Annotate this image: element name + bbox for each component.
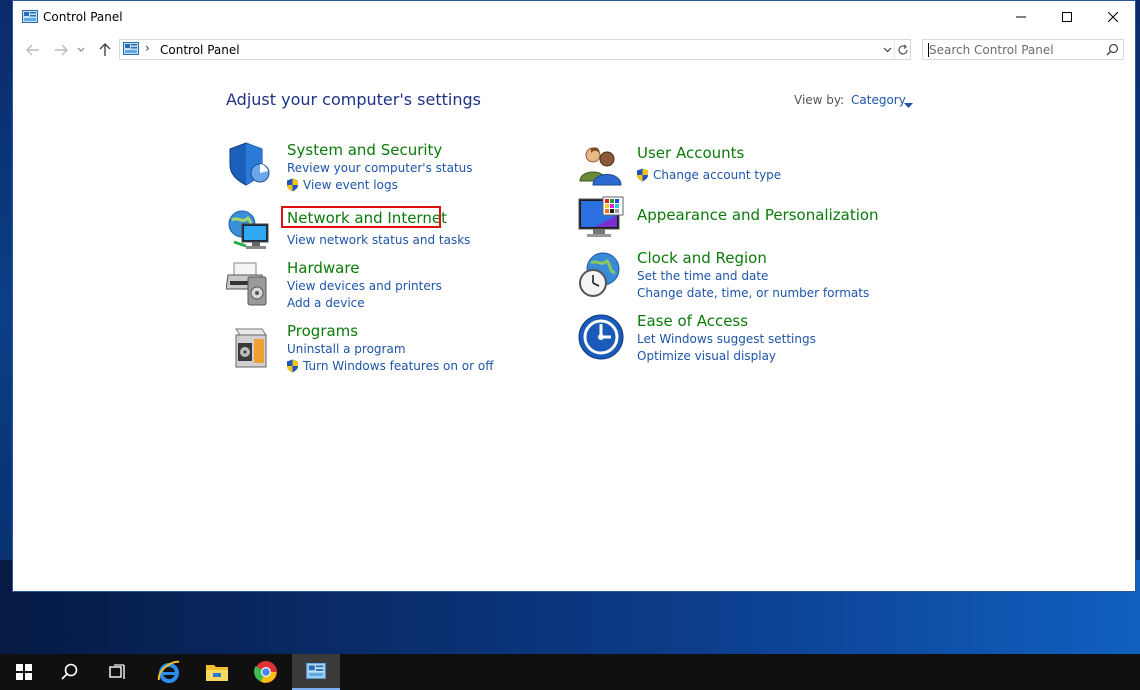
search-icon bbox=[61, 663, 78, 680]
title-bar[interactable]: Control Panel bbox=[13, 1, 1135, 33]
clock-globe-icon[interactable] bbox=[577, 251, 625, 299]
window-title: Control Panel bbox=[43, 10, 123, 24]
view-by-dropdown[interactable]: Category bbox=[851, 93, 906, 107]
link-view-event-logs[interactable]: View event logs bbox=[303, 178, 398, 192]
close-icon bbox=[1108, 12, 1118, 22]
search-icon[interactable] bbox=[1106, 43, 1119, 59]
chevron-down-icon bbox=[883, 47, 891, 52]
link-let-windows-suggest-settings[interactable]: Let Windows suggest settings bbox=[637, 332, 816, 346]
forward-arrow-icon bbox=[55, 44, 68, 56]
navigation-bar: › Control Panel Search Control Panel bbox=[13, 35, 1135, 65]
category-title-programs[interactable]: Programs bbox=[287, 322, 358, 340]
shield-security-icon[interactable] bbox=[226, 141, 274, 189]
uac-shield-icon bbox=[286, 359, 299, 373]
users-icon[interactable] bbox=[577, 143, 625, 191]
link-set-time-and-date[interactable]: Set the time and date bbox=[637, 269, 768, 283]
chevron-down-icon bbox=[77, 47, 85, 52]
minimize-button[interactable] bbox=[998, 1, 1044, 33]
start-button[interactable] bbox=[0, 654, 48, 690]
ease-of-access-icon[interactable] bbox=[577, 313, 625, 361]
control-panel-icon bbox=[123, 42, 139, 56]
link-review-computer-status[interactable]: Review your computer's status bbox=[287, 161, 473, 175]
close-button[interactable] bbox=[1090, 1, 1136, 33]
programs-box-icon[interactable] bbox=[226, 323, 274, 371]
chrome-button[interactable] bbox=[242, 654, 290, 690]
breadcrumb-control-panel[interactable]: Control Panel bbox=[160, 43, 240, 57]
category-title-system-and-security[interactable]: System and Security bbox=[287, 141, 442, 159]
address-dropdown-button[interactable] bbox=[880, 40, 894, 59]
maximize-button[interactable] bbox=[1044, 1, 1090, 33]
search-input[interactable]: Search Control Panel bbox=[929, 43, 1054, 57]
internet-explorer-button[interactable] bbox=[145, 654, 193, 690]
link-change-date-time-formats[interactable]: Change date, time, or number formats bbox=[637, 286, 869, 300]
address-bar[interactable]: › Control Panel bbox=[119, 39, 911, 60]
task-view-icon bbox=[109, 664, 125, 679]
link-turn-windows-features[interactable]: Turn Windows features on or off bbox=[303, 359, 494, 373]
category-title-appearance-and-personalization[interactable]: Appearance and Personalization bbox=[637, 206, 879, 224]
internet-explorer-icon bbox=[157, 660, 180, 683]
chrome-icon bbox=[254, 661, 277, 683]
page-heading: Adjust your computer's settings bbox=[226, 90, 481, 109]
link-change-account-type[interactable]: Change account type bbox=[653, 168, 781, 182]
back-button[interactable] bbox=[23, 40, 43, 60]
up-button[interactable] bbox=[95, 40, 115, 60]
network-globe-icon[interactable] bbox=[226, 206, 274, 254]
forward-button[interactable] bbox=[51, 40, 71, 60]
control-panel-icon bbox=[306, 662, 326, 679]
monitor-palette-icon[interactable] bbox=[577, 195, 625, 243]
file-explorer-button[interactable] bbox=[193, 654, 241, 690]
taskbar-search-button[interactable] bbox=[46, 654, 94, 690]
link-view-network-status[interactable]: View network status and tasks bbox=[287, 233, 470, 247]
refresh-button[interactable] bbox=[894, 40, 911, 59]
file-explorer-icon bbox=[206, 665, 228, 681]
control-panel-icon bbox=[22, 10, 38, 24]
search-box[interactable]: Search Control Panel bbox=[922, 39, 1124, 60]
link-uninstall-a-program[interactable]: Uninstall a program bbox=[287, 342, 406, 356]
uac-shield-icon bbox=[636, 168, 649, 182]
link-view-devices-and-printers[interactable]: View devices and printers bbox=[287, 279, 442, 293]
back-arrow-icon bbox=[26, 44, 39, 56]
task-view-button[interactable] bbox=[94, 654, 142, 690]
up-arrow-icon bbox=[99, 43, 111, 56]
recent-locations-button[interactable] bbox=[75, 40, 87, 60]
refresh-icon bbox=[898, 44, 908, 55]
highlight-box bbox=[281, 206, 441, 228]
category-title-hardware[interactable]: Hardware bbox=[287, 259, 359, 277]
view-by-label: View by: bbox=[794, 93, 845, 107]
category-title-ease-of-access[interactable]: Ease of Access bbox=[637, 312, 748, 330]
category-title-user-accounts[interactable]: User Accounts bbox=[637, 144, 744, 162]
link-optimize-visual-display[interactable]: Optimize visual display bbox=[637, 349, 776, 363]
uac-shield-icon bbox=[286, 178, 299, 192]
link-add-a-device[interactable]: Add a device bbox=[287, 296, 365, 310]
category-title-clock-and-region[interactable]: Clock and Region bbox=[637, 249, 767, 267]
minimize-icon bbox=[1016, 16, 1026, 18]
control-panel-taskbar-button[interactable] bbox=[292, 654, 340, 690]
maximize-icon bbox=[1062, 12, 1072, 22]
start-icon bbox=[16, 664, 32, 680]
breadcrumb-separator: › bbox=[145, 41, 150, 55]
view-by-dropdown-arrow-icon[interactable] bbox=[904, 97, 913, 111]
taskbar bbox=[0, 654, 1140, 690]
control-panel-window: Control Panel › Control Panel Search Con… bbox=[12, 0, 1136, 592]
printer-hardware-icon[interactable] bbox=[225, 259, 274, 307]
